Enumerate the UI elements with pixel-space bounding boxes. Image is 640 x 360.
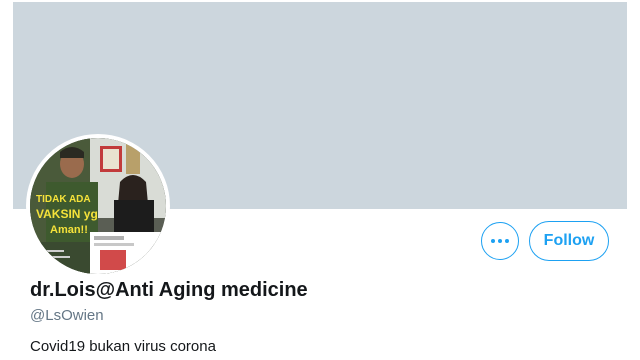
follow-button[interactable]: Follow bbox=[529, 221, 609, 261]
avatar-overlay-line-3: Aman!! bbox=[50, 224, 88, 236]
bio: Covid19 bukan virus corona bbox=[30, 338, 216, 355]
avatar-image: TIDAK ADA VAKSIN yg Aman!! bbox=[30, 138, 166, 274]
display-name: dr.Lois@Anti Aging medicine bbox=[30, 279, 308, 301]
avatar-overlay-line-2: VAKSIN yg bbox=[36, 207, 98, 221]
more-horizontal-icon bbox=[491, 239, 509, 243]
more-options-button[interactable] bbox=[481, 222, 519, 260]
avatar-overlay-line-1: TIDAK ADA bbox=[36, 194, 91, 205]
handle: @LsOwien bbox=[30, 307, 104, 324]
avatar[interactable]: TIDAK ADA VAKSIN yg Aman!! bbox=[26, 134, 170, 278]
